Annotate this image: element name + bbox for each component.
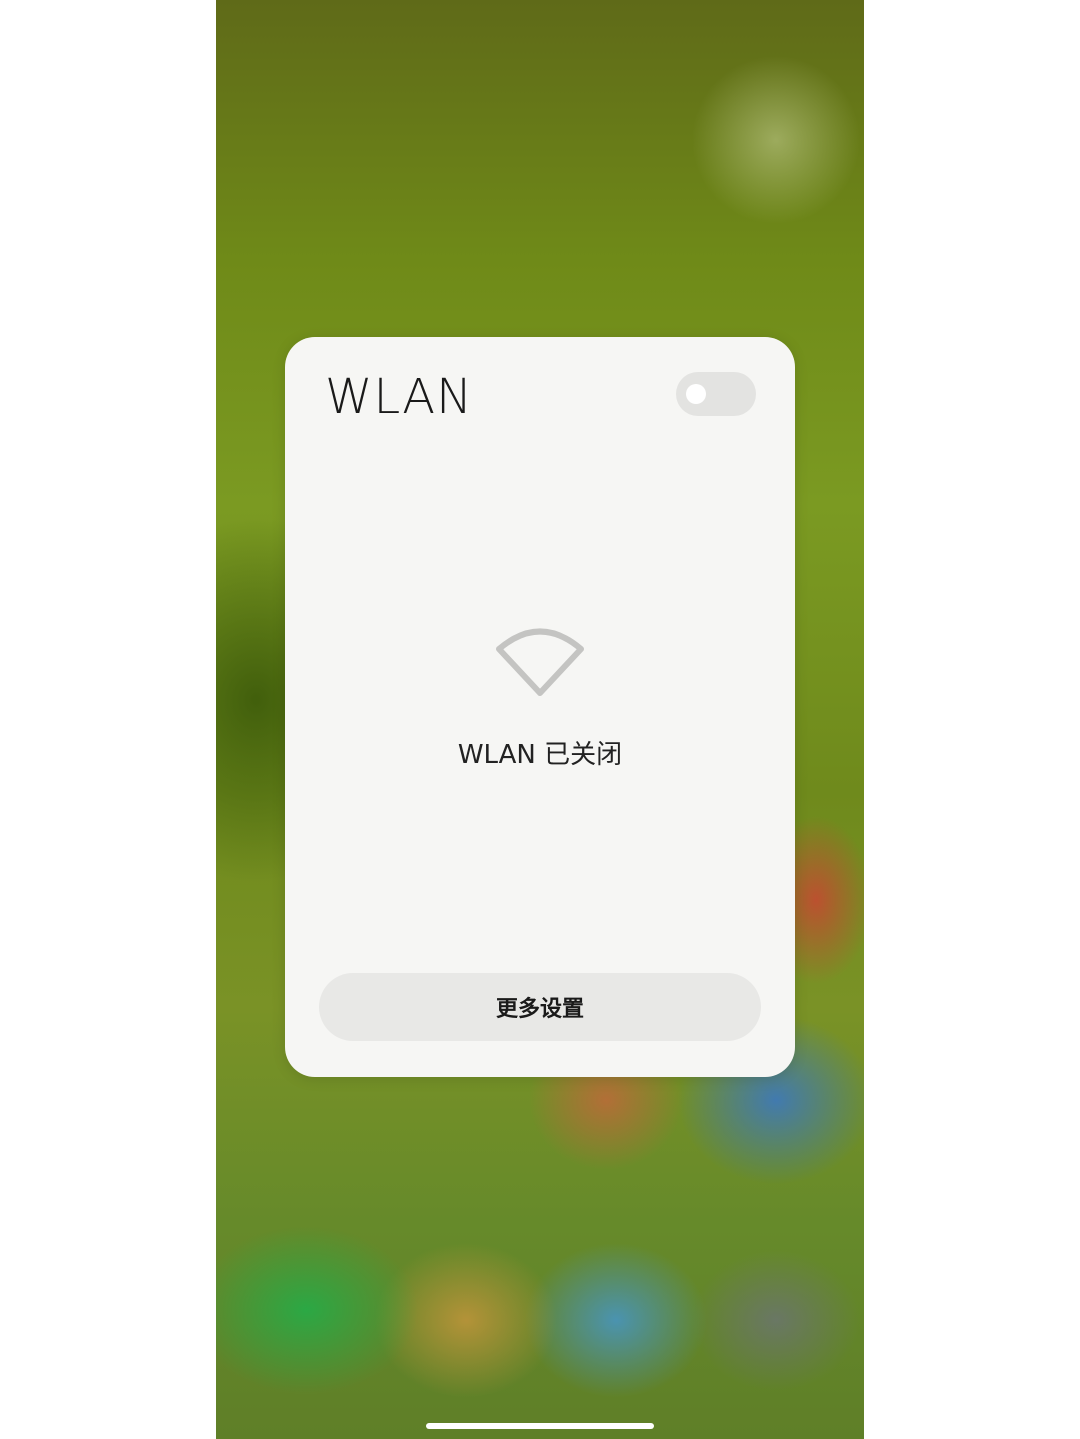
home-indicator[interactable] <box>426 1423 654 1429</box>
wifi-icon <box>496 628 584 696</box>
wlan-status-text: WLAN 已关闭 <box>457 740 623 770</box>
more-settings-button[interactable]: 更多设置 <box>319 973 761 1041</box>
page: WLAN WLAN 已关闭 更多设置 <box>0 0 1080 1439</box>
wlan-toggle[interactable] <box>676 372 756 416</box>
wlan-control-card: WLAN WLAN 已关闭 更多设置 <box>285 337 795 1077</box>
toggle-knob <box>686 384 706 404</box>
card-title: WLAN <box>325 369 474 425</box>
